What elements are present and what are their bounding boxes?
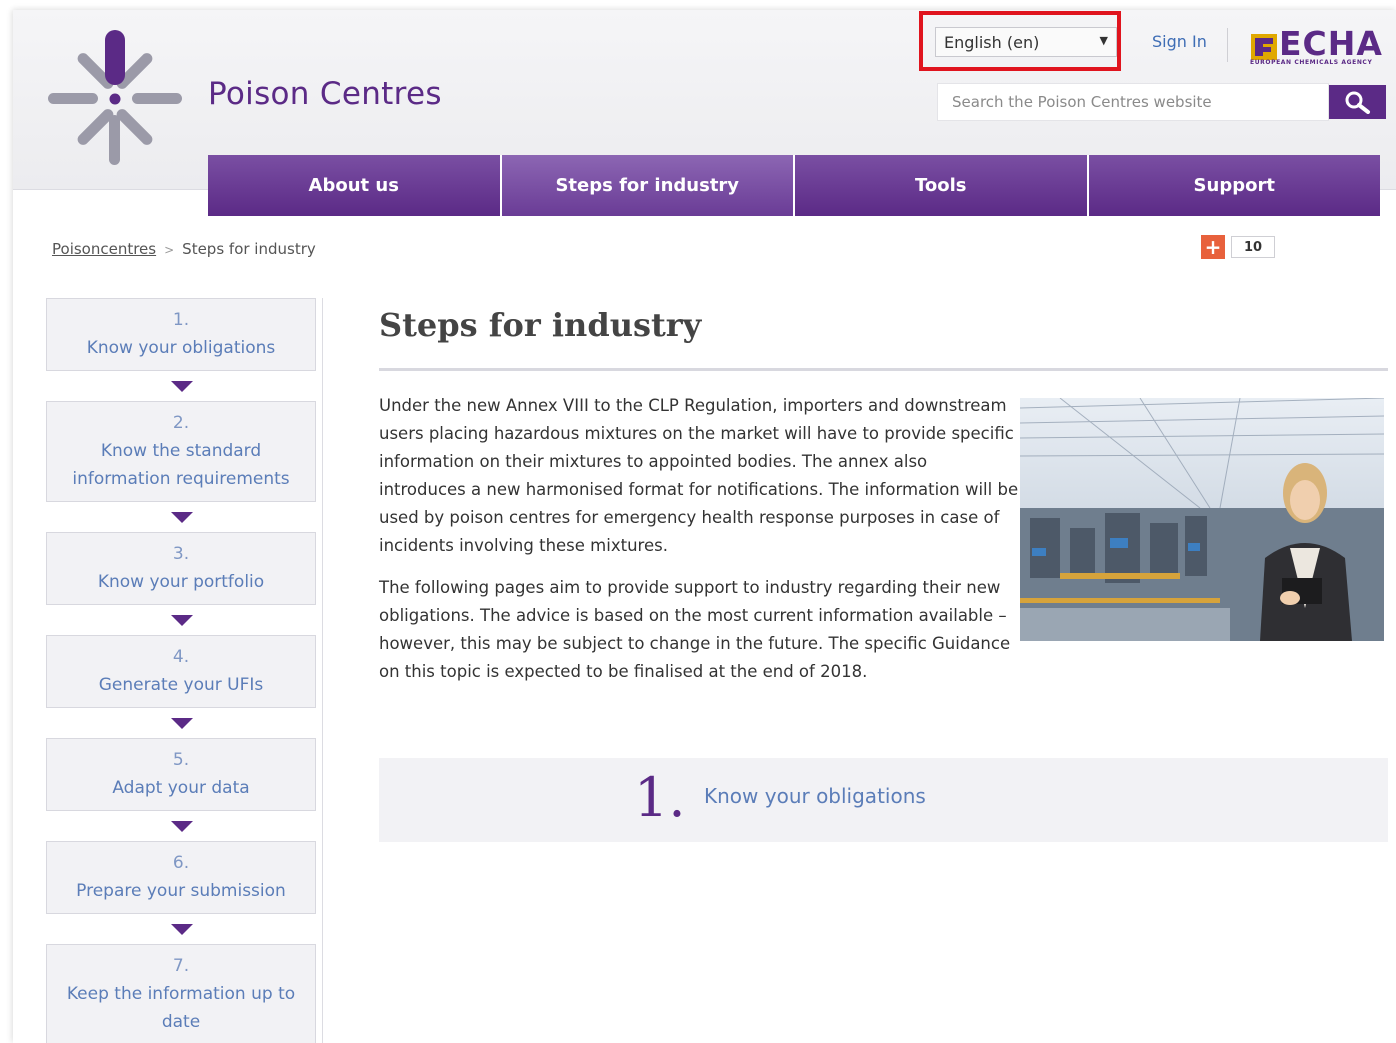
step-number: 3. [172, 544, 190, 564]
echa-subtitle: EUROPEAN CHEMICALS AGENCY [1250, 59, 1373, 66]
plus-share-icon[interactable]: + [1201, 235, 1225, 259]
step-label: Know your portfolio [97, 572, 265, 592]
breadcrumb-home-link[interactable]: Poisoncentres [52, 240, 156, 258]
sign-in-link[interactable]: Sign In [1152, 32, 1207, 51]
intro-paragraph: Under the new Annex VIII to the CLP Regu… [379, 396, 1019, 555]
step-number: 5. [172, 750, 190, 770]
support-paragraph: The following pages aim to provide suppo… [379, 578, 1011, 681]
step-number: 6. [172, 853, 190, 873]
page-title: Steps for industry [379, 306, 702, 344]
steps-sidebar: 1. Know your obligations 2. Know the sta… [46, 298, 317, 1043]
step-label: Generate your UFIs [98, 675, 264, 695]
sidebar-step-5[interactable]: 5. Adapt your data [46, 738, 316, 811]
echa-logo[interactable]: ECHA EUROPEAN CHEMICALS AGENCY [1249, 24, 1389, 66]
nav-item-about-us[interactable]: About us [208, 155, 502, 216]
step-banner[interactable]: 1. Know your obligations [379, 758, 1388, 842]
factory-worker-photo [1020, 398, 1384, 641]
step-number: 1. [172, 310, 190, 330]
breadcrumb-current: Steps for industry [182, 240, 316, 258]
search-button[interactable] [1329, 85, 1386, 119]
nav-item-support[interactable]: Support [1088, 155, 1380, 216]
echa-wordmark: ECHA [1279, 24, 1383, 63]
language-select[interactable]: English (en) ▼ [935, 27, 1117, 57]
page: Poison Centres English (en) ▼ Sign In EC… [13, 10, 1396, 1043]
step-label: Keep the information up to date [66, 984, 296, 1032]
main-nav: About us Steps for industry Tools Suppor… [208, 155, 1380, 216]
dropdown-caret-icon: ▼ [1099, 34, 1108, 47]
step-arrow-down-icon [46, 811, 317, 841]
step-arrow-down-icon [46, 502, 317, 532]
site-title[interactable]: Poison Centres [208, 76, 442, 112]
step-arrow-down-icon [46, 371, 317, 401]
language-select-value: English (en) [944, 33, 1040, 52]
title-divider [379, 368, 1388, 371]
sidebar-step-2[interactable]: 2. Know the standard information require… [46, 401, 316, 502]
step-arrow-down-icon [46, 605, 317, 635]
breadcrumb: Poisoncentres > Steps for industry [52, 240, 316, 258]
sidebar-step-1[interactable]: 1. Know your obligations [46, 298, 316, 371]
sidebar-step-7[interactable]: 7. Keep the information up to date [46, 944, 316, 1043]
echa-mark-icon [1251, 34, 1277, 60]
step-number: 2. [172, 413, 190, 433]
share-widget: + 10 [1201, 235, 1275, 259]
step-label: Prepare your submission [76, 881, 286, 901]
step-label: Adapt your data [112, 778, 250, 798]
search-icon [1345, 91, 1370, 114]
header-divider [1227, 28, 1228, 62]
sidebar-divider [322, 298, 323, 1043]
step-arrow-down-icon [46, 914, 317, 944]
search-box [937, 83, 1329, 121]
nav-item-steps-for-industry[interactable]: Steps for industry [501, 155, 795, 216]
share-count: 10 [1231, 236, 1275, 258]
step-arrow-down-icon [46, 708, 317, 738]
step-label: Know your obligations [86, 338, 276, 358]
step-number: 4. [172, 647, 190, 667]
search-input[interactable] [938, 84, 1328, 120]
banner-step-number: 1. [634, 766, 686, 829]
step-number: 7. [172, 956, 190, 976]
poison-centres-logo[interactable] [45, 28, 185, 170]
step-label: Know the standard information requiremen… [72, 441, 290, 489]
sidebar-step-6[interactable]: 6. Prepare your submission [46, 841, 316, 914]
sidebar-step-4[interactable]: 4. Generate your UFIs [46, 635, 316, 708]
breadcrumb-separator: > [164, 243, 175, 257]
sidebar-step-3[interactable]: 3. Know your portfolio [46, 532, 316, 605]
banner-step-link[interactable]: Know your obligations [704, 784, 926, 808]
nav-item-tools[interactable]: Tools [795, 155, 1089, 216]
